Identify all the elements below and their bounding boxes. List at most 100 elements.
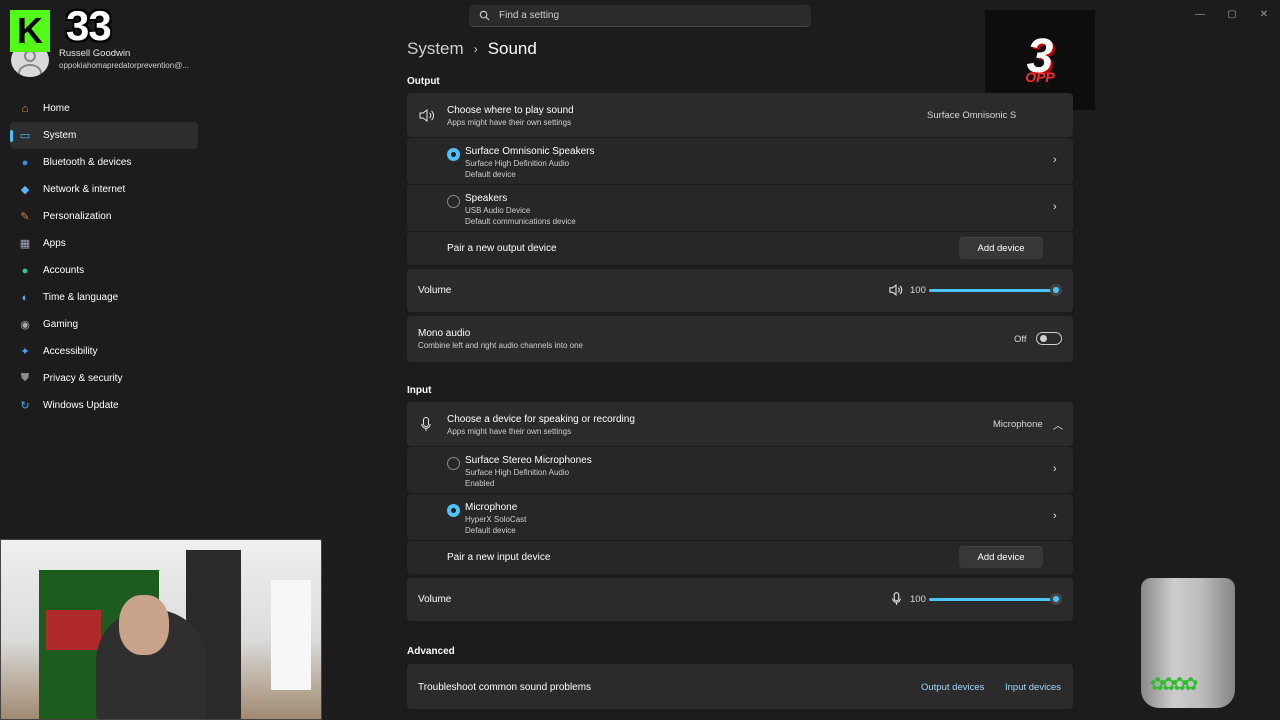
sidebar-item-network-internet[interactable]: ◆ Network & internet — [10, 176, 198, 203]
mono-audio-subtitle: Combine left and right audio channels in… — [418, 341, 583, 350]
sidebar-item-accessibility[interactable]: ✦ Accessibility — [10, 338, 198, 365]
bluetooth-icon: ● — [21, 156, 29, 169]
breadcrumb-parent[interactable]: System — [407, 39, 464, 59]
webcam-face — [119, 595, 169, 655]
speaker-icon[interactable] — [889, 284, 903, 296]
mono-audio-info: Mono audio Combine left and right audio … — [418, 328, 583, 350]
output-section-title: Output — [407, 76, 440, 87]
output-device-selector[interactable]: Choose where to play sound Apps might ha… — [407, 93, 1073, 137]
sidebar-item-privacy-security[interactable]: ⛊ Privacy & security — [10, 365, 198, 392]
add-output-device-button[interactable]: Add device — [959, 237, 1043, 259]
chevron-right-icon[interactable]: › — [1053, 510, 1057, 522]
kick-logo: K — [10, 10, 50, 52]
accounts-icon: ● — [21, 264, 29, 277]
output-volume-slider[interactable] — [929, 289, 1057, 292]
sidebar-item-label: Apps — [43, 238, 66, 249]
output-device-row[interactable]: Surface Omnisonic Speakers Surface High … — [407, 138, 1073, 184]
add-input-device-button[interactable]: Add device — [959, 546, 1043, 568]
output-volume-row: Volume 100 — [407, 269, 1073, 312]
output-device-driver: USB Audio Device — [465, 206, 531, 215]
sidebar-item-personalization[interactable]: ✎ Personalization — [10, 203, 198, 230]
search-icon — [479, 10, 490, 21]
viewer-count: 33 — [66, 2, 112, 49]
pair-output-label: Pair a new output device — [447, 243, 557, 254]
output-device-row[interactable]: Speakers USB Audio Device Default commun… — [407, 185, 1073, 231]
sidebar-nav: ⌂ Home ▭ System ● Bluetooth & devices ◆ Network… — [10, 95, 198, 419]
input-volume-value: 100 — [910, 594, 926, 605]
sidebar-item-label: Bluetooth & devices — [43, 157, 132, 168]
output-device-name: Surface Omnisonic Speakers — [465, 146, 595, 157]
user-name: Russell Goodwin — [59, 48, 131, 59]
sidebar-item-time-language[interactable]: ◐ Time & language — [10, 284, 198, 311]
input-volume-slider[interactable] — [929, 598, 1057, 601]
window-controls: — ▢ ✕ — [1184, 4, 1280, 24]
sidebar-item-home[interactable]: ⌂ Home — [10, 95, 198, 122]
badge-opp-text: OPP — [1025, 68, 1055, 85]
brush-icon: ✎ — [20, 211, 30, 223]
output-volume-value: 100 — [910, 285, 926, 296]
output-device-name: Speakers — [465, 193, 508, 204]
speaker-icon — [419, 109, 434, 122]
output-device-info: Surface Omnisonic Speakers Surface High … — [465, 146, 595, 179]
input-choose-subtitle: Apps might have their own settings — [447, 427, 572, 436]
globe-icon: ◐ — [21, 291, 29, 304]
troubleshoot-input-link[interactable]: Input devices — [1005, 682, 1061, 693]
sidebar-item-label: Privacy & security — [43, 373, 123, 384]
input-device-driver: Surface High Definition Audio — [465, 468, 570, 477]
input-device-info: Microphone HyperX SoloCast Default devic… — [465, 502, 526, 535]
sidebar-item-label: Home — [43, 103, 70, 114]
search-placeholder: Find a setting — [499, 10, 560, 21]
sidebar-item-label: Accounts — [43, 265, 85, 276]
input-volume-thumb[interactable] — [1050, 593, 1062, 605]
microphone-icon[interactable] — [892, 592, 901, 606]
output-choose-text: Choose where to play sound Apps might ha… — [447, 105, 574, 127]
chevron-right-icon[interactable]: › — [1053, 154, 1057, 166]
sidebar-item-windows-update[interactable]: ↻ Windows Update — [10, 392, 198, 419]
mono-audio-toggle[interactable] — [1036, 332, 1062, 345]
input-selected-device: Microphone — [993, 419, 1043, 430]
chevron-up-icon[interactable]: ︿ — [1053, 417, 1063, 432]
output-device-driver: Surface High Definition Audio — [465, 159, 570, 168]
output-device-status: Default communications device — [465, 217, 576, 226]
output-selected-device: Surface Omnisonic S — [927, 110, 1017, 121]
user-email: oppokiahomapredatorprevention@... — [59, 61, 189, 70]
pair-input-label: Pair a new input device — [447, 552, 551, 563]
minimize-button[interactable]: — — [1184, 4, 1216, 24]
home-icon: ⌂ — [21, 102, 29, 115]
shield-icon: ⛊ — [20, 372, 30, 384]
sidebar-item-label: System — [43, 130, 77, 141]
webcam-feed — [0, 539, 322, 720]
output-device-radio[interactable] — [447, 195, 460, 208]
search-box[interactable]: Find a setting — [469, 5, 811, 27]
sidebar-item-gaming[interactable]: ◉ Gaming — [10, 311, 198, 338]
output-device-info: Speakers USB Audio Device Default commun… — [465, 193, 576, 226]
close-button[interactable]: ✕ — [1248, 4, 1280, 24]
input-device-selector[interactable]: Choose a device for speaking or recordin… — [407, 402, 1073, 446]
input-section-title: Input — [407, 385, 432, 396]
output-volume-label: Volume — [418, 285, 452, 296]
sidebar-item-label: Gaming — [43, 319, 79, 330]
sidebar-item-system[interactable]: ▭ System — [10, 122, 198, 149]
input-device-info: Surface Stereo Microphones Surface High … — [465, 455, 592, 488]
apps-icon: ▦ — [19, 238, 31, 250]
sidebar-item-bluetooth-devices[interactable]: ● Bluetooth & devices — [10, 149, 198, 176]
chevron-right-icon[interactable]: › — [1053, 463, 1057, 475]
input-device-row[interactable]: Surface Stereo Microphones Surface High … — [407, 447, 1073, 493]
sidebar-item-apps[interactable]: ▦ Apps — [10, 230, 198, 257]
troubleshoot-output-link[interactable]: Output devices — [921, 682, 984, 693]
microphone-icon — [421, 417, 431, 431]
input-device-radio[interactable] — [447, 457, 460, 470]
sidebar-item-accounts[interactable]: ● Accounts — [10, 257, 198, 284]
chevron-right-icon[interactable]: › — [1053, 201, 1057, 213]
sidebar-item-label: Accessibility — [43, 346, 98, 357]
input-device-status: Enabled — [465, 479, 495, 488]
input-device-name: Surface Stereo Microphones — [465, 455, 592, 466]
page-title: Sound — [487, 39, 537, 58]
output-device-radio[interactable] — [447, 148, 460, 161]
sidebar-item-label: Personalization — [43, 211, 112, 222]
output-volume-thumb[interactable] — [1050, 284, 1062, 296]
input-device-row[interactable]: Microphone HyperX SoloCast Default devic… — [407, 494, 1073, 540]
maximize-button[interactable]: ▢ — [1216, 4, 1248, 24]
input-device-radio[interactable] — [447, 504, 460, 517]
system-icon: ▭ — [19, 130, 31, 142]
